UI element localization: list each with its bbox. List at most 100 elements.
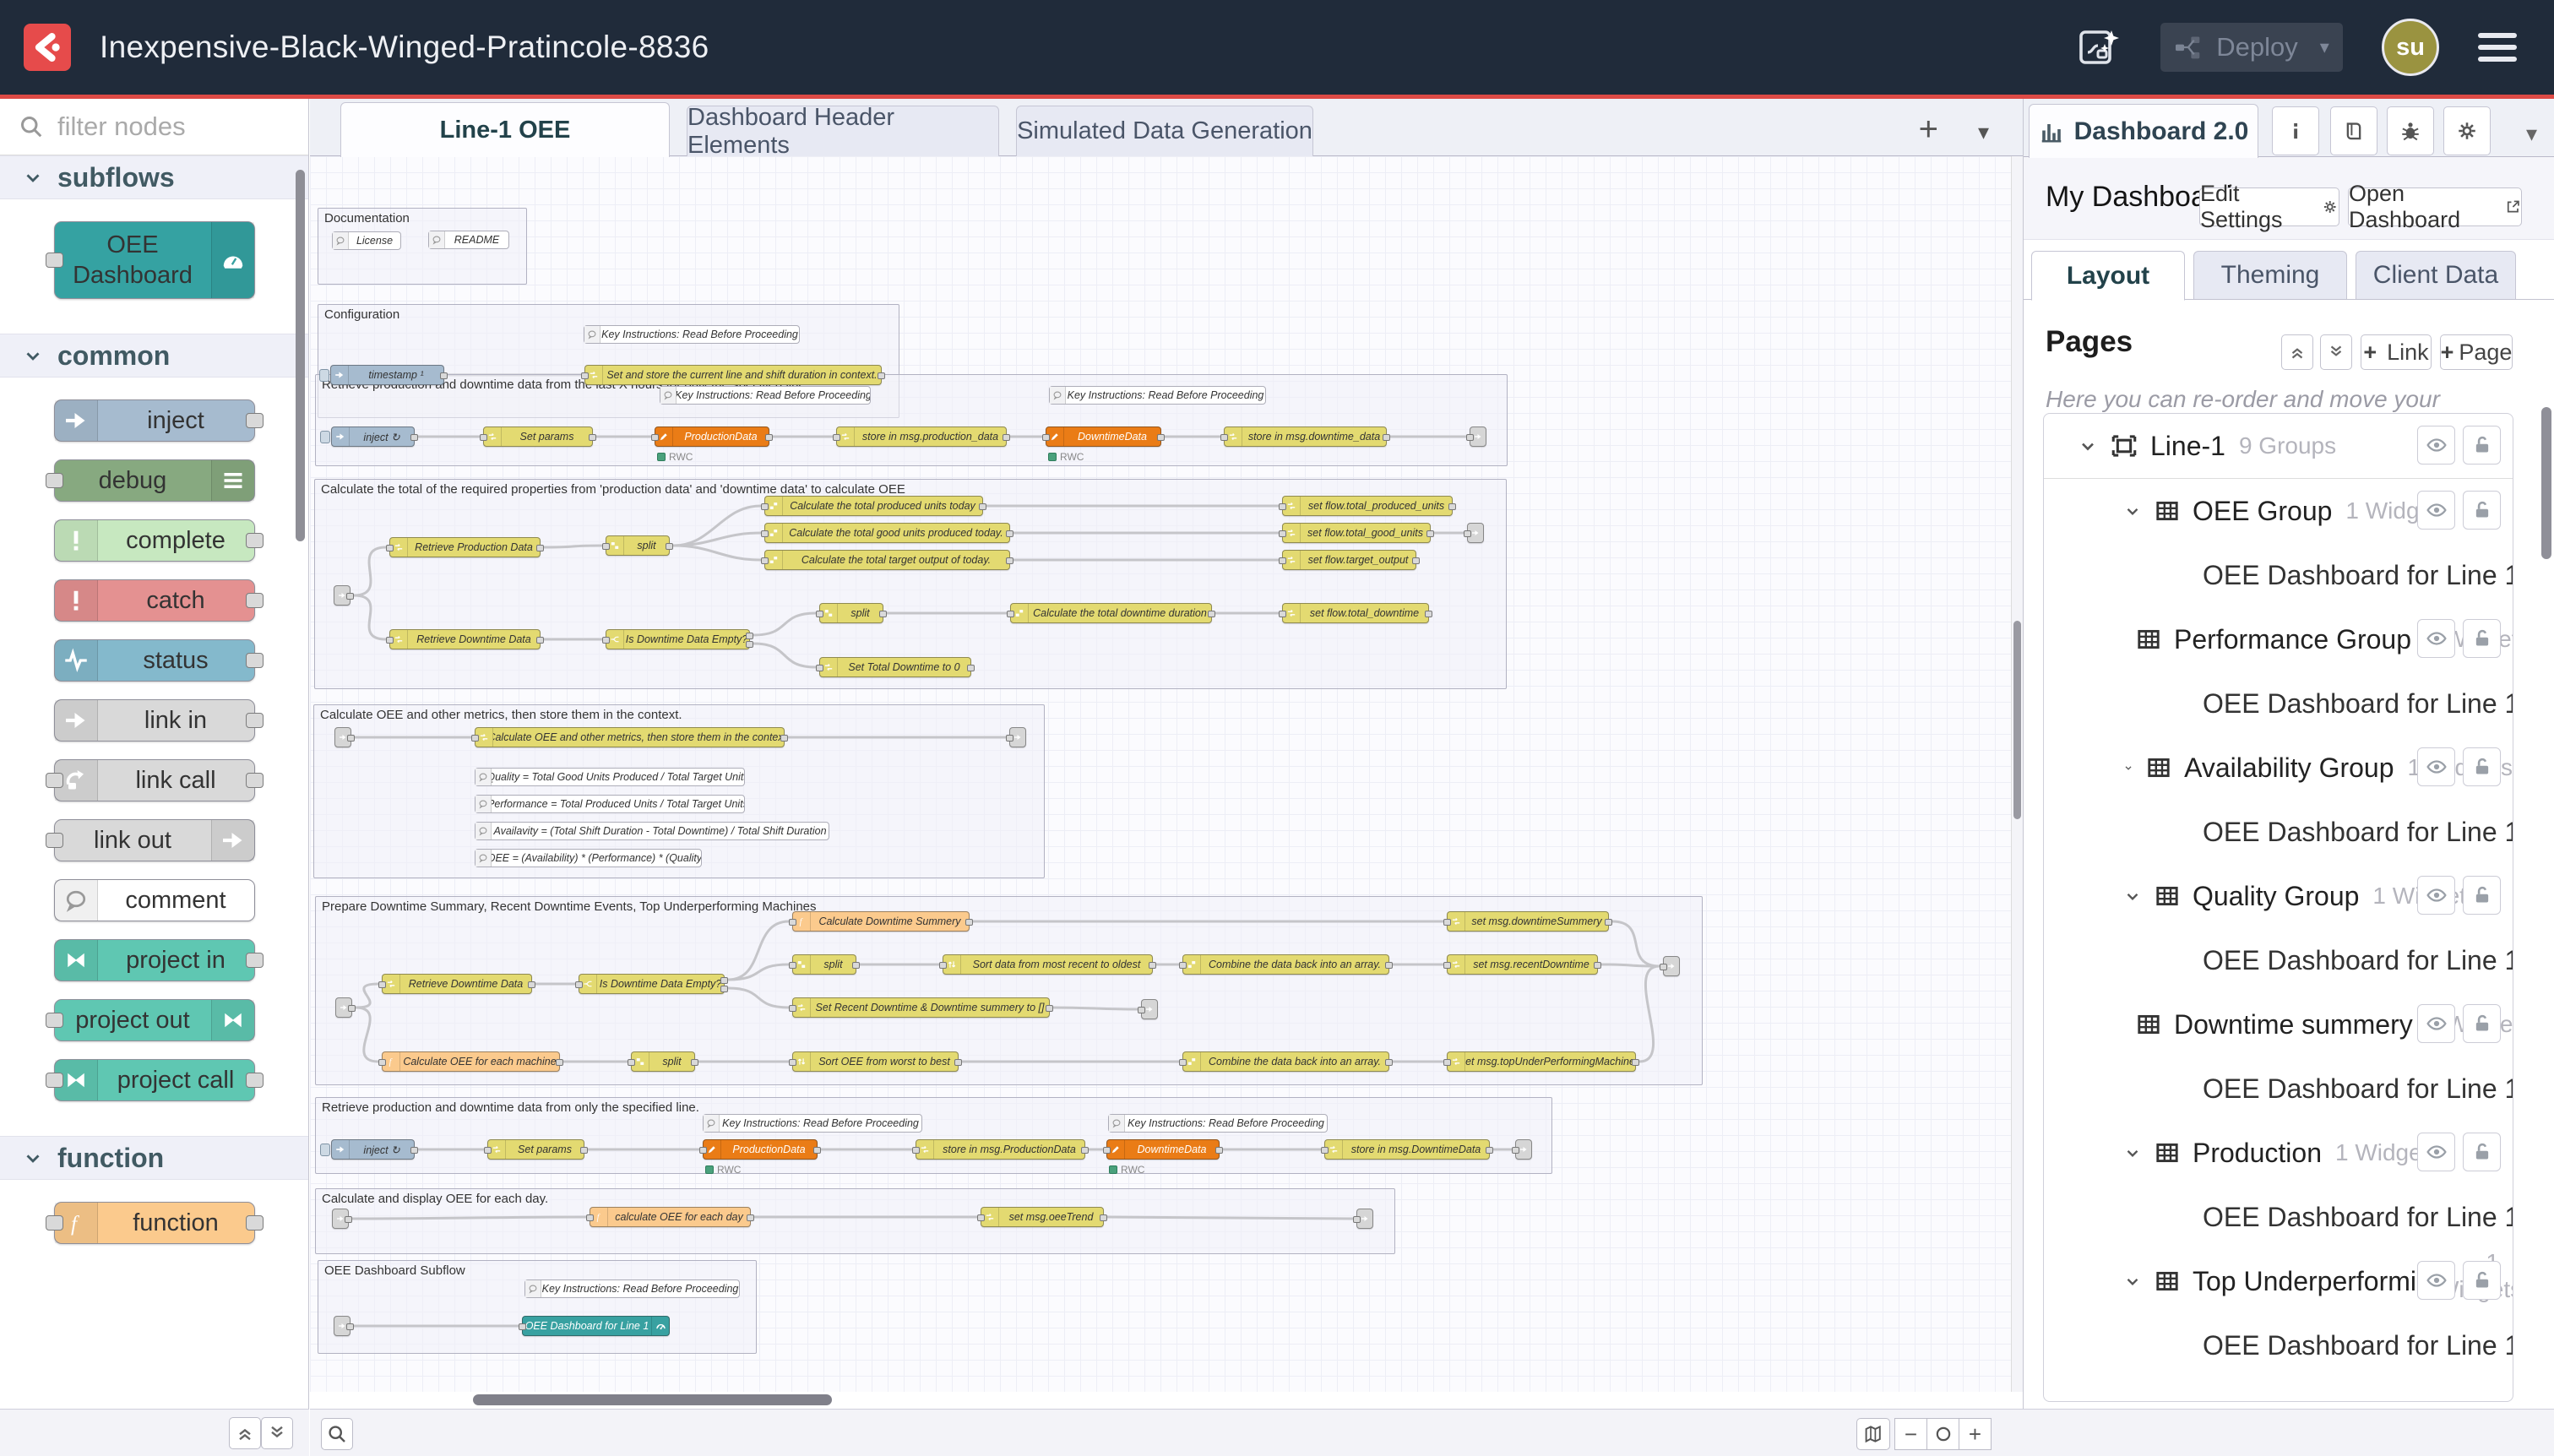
input-port[interactable] (1220, 434, 1228, 441)
output-port[interactable] (345, 1216, 352, 1223)
output-port[interactable] (348, 1005, 356, 1012)
flow-canvas[interactable]: DocumentationConfigurationRetrieve produ… (310, 156, 2011, 1392)
add-link-button[interactable]: +Link (2361, 334, 2432, 370)
output-port[interactable] (1003, 434, 1010, 441)
input-port[interactable] (912, 1147, 920, 1154)
input-port[interactable] (628, 1059, 635, 1066)
visibility-toggle-button[interactable] (2417, 1261, 2455, 1300)
output-port[interactable] (813, 1147, 821, 1154)
output-port[interactable] (1632, 1059, 1639, 1066)
flow-node-inject[interactable]: inject ↻ (331, 426, 415, 447)
visibility-toggle-button[interactable] (2417, 619, 2455, 658)
input-port[interactable] (1279, 503, 1286, 510)
input-port[interactable] (1138, 1007, 1145, 1013)
input-port[interactable] (1179, 962, 1187, 969)
flow-node-change[interactable]: set flow.target_output (1282, 550, 1416, 570)
input-port[interactable] (378, 1059, 386, 1066)
tree-row-widget[interactable]: OEE Dashboard for Line 1 (2044, 1313, 2513, 1377)
output-port[interactable] (346, 1323, 354, 1330)
input-port[interactable] (581, 372, 589, 379)
user-avatar[interactable]: su (2382, 19, 2439, 76)
flow-node-change[interactable]: Retrieve Production Data (389, 537, 541, 557)
input-port[interactable] (1443, 1059, 1451, 1066)
flow-node-subflow[interactable]: OEE Dashboard for Line 1 (522, 1316, 670, 1336)
canvas-vertical-scrollbar[interactable] (2011, 156, 2023, 1392)
canvas-horizontal-scrollbar[interactable] (310, 1392, 2011, 1409)
flow-node-comment[interactable]: Key Instructions: Read Before Proceeding (1108, 1114, 1328, 1133)
zoom-out-button[interactable]: − (1894, 1418, 1927, 1450)
output-port[interactable] (556, 1059, 563, 1066)
input-port[interactable] (46, 1215, 63, 1231)
tree-row-widget[interactable]: OEE Dashboard for Line 1 (2044, 543, 2513, 607)
input-port[interactable] (46, 253, 63, 268)
input-port[interactable] (1464, 530, 1471, 537)
output-port[interactable] (747, 1214, 754, 1221)
output-port[interactable] (1006, 557, 1013, 564)
inject-button[interactable] (320, 1144, 330, 1156)
output-port[interactable] (967, 665, 975, 671)
add-flow-icon[interactable]: + (1919, 111, 1938, 149)
flow-node-split[interactable]: split (819, 603, 883, 623)
output-port[interactable] (580, 1147, 588, 1154)
input-port[interactable] (1042, 434, 1050, 441)
ai-assistant-icon[interactable] (2078, 27, 2122, 68)
tab-dashboard-2[interactable]: Dashboard 2.0 (2029, 104, 2258, 158)
deploy-caret-icon[interactable]: ▾ (2320, 36, 2329, 58)
visibility-toggle-button[interactable] (2417, 426, 2455, 465)
output-port[interactable] (440, 372, 448, 379)
visibility-toggle-button[interactable] (2417, 876, 2455, 915)
output-port[interactable] (878, 372, 885, 379)
flow-node-linkin[interactable] (334, 1316, 350, 1336)
palette-expand-all-button[interactable] (261, 1417, 293, 1449)
input-port[interactable] (699, 1147, 707, 1154)
palette-scroll-area[interactable]: subflowsOEE Dashboardcommoninjectdebugco… (0, 155, 308, 1409)
input-port[interactable] (378, 981, 386, 988)
flow-node-change[interactable]: store in msg.ProductionData (916, 1139, 1085, 1160)
input-port[interactable] (1007, 611, 1014, 617)
output-port[interactable] (765, 434, 773, 441)
output-port[interactable] (1081, 1147, 1089, 1154)
output-port[interactable] (246, 593, 264, 608)
flow-node-comment[interactable]: Quality = Total Good Units Produced / To… (475, 768, 745, 786)
input-port[interactable] (386, 637, 394, 644)
input-port[interactable] (1006, 735, 1013, 742)
input-port[interactable] (1660, 964, 1667, 970)
input-port[interactable] (1466, 434, 1474, 441)
open-dashboard-button[interactable]: Open Dashboard (2348, 187, 2522, 226)
flow-node-sort[interactable]: Sort data from most recent to oldest (943, 954, 1153, 975)
zoom-in-button[interactable]: + (1959, 1418, 1992, 1450)
flow-node-comment[interactable]: Key Instructions: Read Before Proceeding (1049, 386, 1266, 405)
input-port[interactable] (789, 1059, 796, 1066)
output-port[interactable] (1486, 1147, 1493, 1154)
output-port[interactable] (246, 533, 264, 548)
input-port[interactable] (1279, 611, 1286, 617)
input-port[interactable] (46, 473, 63, 488)
input-port[interactable] (519, 1323, 526, 1330)
tree-row-widget[interactable]: OEE Dashboard for Line 1 (2044, 800, 2513, 864)
zoom-reset-button[interactable] (1926, 1418, 1959, 1450)
flow-node-change[interactable]: set msg.recentDowntime (1447, 954, 1598, 975)
flow-group[interactable]: Retrieve production and downtime data fr… (315, 1097, 1552, 1174)
flow-node-linkout[interactable] (1663, 956, 1680, 976)
flow-node-flight[interactable]: fCalculate Downtime Summery (792, 911, 970, 932)
input-port[interactable] (761, 503, 769, 510)
flow-node-change[interactable]: Set Total Downtime to 0 (819, 657, 971, 677)
tree-row-group[interactable]: Top Underperformi...1 Widgets (2044, 1249, 2513, 1313)
tree-row-group[interactable]: Quality Group1 Widgets (2044, 864, 2513, 928)
tree-row-group[interactable]: Availability Group1 Widgets (2044, 736, 2513, 800)
flow-node-comment[interactable]: OEE = (Availability) * (Performance) * (… (475, 849, 702, 867)
flow-node-change[interactable]: Set Recent Downtime & Downtime summery t… (792, 997, 1050, 1018)
input-port[interactable] (602, 637, 610, 644)
tree-row-group[interactable]: OEE Group1 Widgets (2044, 479, 2513, 543)
minimap-button[interactable] (1856, 1418, 1890, 1450)
flow-node-linkout[interactable] (1467, 523, 1484, 543)
flow-node-change[interactable]: Set params (487, 1139, 584, 1160)
palette-node-catch[interactable]: catch (54, 579, 255, 622)
input-port[interactable] (575, 981, 583, 988)
output-port[interactable] (666, 543, 673, 550)
flow-node-change[interactable]: set msg.downtimeSummery (1447, 911, 1609, 932)
palette-node-status[interactable]: status (54, 639, 255, 682)
palette-category-function[interactable]: function (0, 1136, 308, 1180)
tree-row-page[interactable]: Line-19 Groups (2044, 414, 2513, 479)
flow-node-join[interactable]: Calculate the total produced units today (764, 496, 983, 516)
